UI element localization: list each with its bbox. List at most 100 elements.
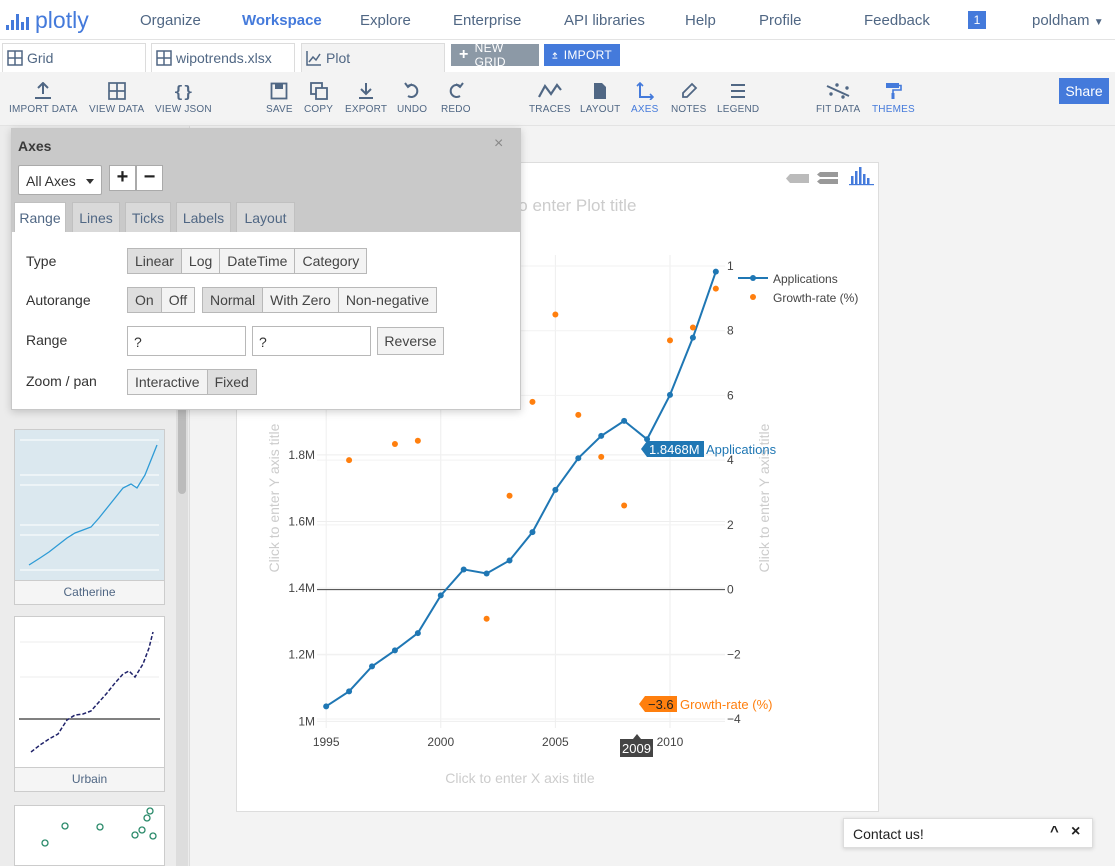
plotly-bars-icon bbox=[6, 10, 29, 30]
hover-x: 2009 bbox=[620, 734, 653, 757]
tab-range[interactable]: Range bbox=[14, 202, 66, 232]
layout-button[interactable]: LAYOUT bbox=[580, 82, 620, 115]
range-min-input[interactable]: ? bbox=[127, 326, 246, 356]
fit-data-label: FIT DATA bbox=[816, 104, 861, 115]
undo-button[interactable]: UNDO bbox=[397, 82, 427, 115]
growth-rate-point bbox=[346, 457, 353, 464]
user-menu[interactable]: poldham ▼ bbox=[1032, 12, 1104, 29]
thumbnail-scatter[interactable] bbox=[14, 805, 165, 866]
add-axis-button[interactable]: + bbox=[109, 165, 136, 191]
tab-layout[interactable]: Layout bbox=[236, 202, 295, 232]
y-axis-title[interactable]: Click to enter Y axis title bbox=[266, 423, 282, 572]
copy-button[interactable]: COPY bbox=[304, 82, 333, 115]
legend-growth-swatch bbox=[750, 294, 756, 300]
document-tabs: Grid wipotrends.xlsx Plot + NEW GRID IMP… bbox=[0, 40, 1115, 72]
chevron-up-icon[interactable]: ^ bbox=[1050, 823, 1059, 840]
traces-button[interactable]: TRACES bbox=[529, 82, 571, 115]
type-datetime-option[interactable]: DateTime bbox=[220, 249, 296, 273]
y2-tick-label: 0 bbox=[727, 583, 734, 597]
axes-panel: Axes × All Axes + − Range Lines Ticks La… bbox=[11, 128, 521, 410]
thumbnail-chart-urbain bbox=[19, 631, 160, 753]
compare-icon[interactable] bbox=[817, 172, 838, 184]
legend-applications[interactable]: Applications bbox=[773, 272, 838, 286]
floppy-icon bbox=[270, 82, 288, 100]
hover-growth: −3.6 Growth-rate (%) bbox=[639, 696, 772, 712]
autorange-normal-option[interactable]: Normal bbox=[203, 288, 264, 312]
tab-wipotrends[interactable]: wipotrends.xlsx bbox=[151, 43, 295, 72]
notification-badge[interactable]: 1 bbox=[968, 11, 986, 29]
view-data-button[interactable]: VIEW DATA bbox=[89, 82, 144, 115]
grid-icon bbox=[107, 82, 126, 100]
redo-button[interactable]: REDO bbox=[441, 82, 471, 115]
import-button[interactable]: IMPORT bbox=[544, 44, 620, 66]
growth-rate-point bbox=[529, 398, 536, 405]
reverse-button[interactable]: Reverse bbox=[377, 327, 444, 355]
contact-widget[interactable]: Contact us! ^ × bbox=[843, 818, 1093, 848]
close-icon[interactable]: × bbox=[494, 135, 503, 153]
axes-icon bbox=[636, 82, 654, 100]
applications-point bbox=[460, 566, 467, 573]
legend[interactable]: Applications Growth-rate (%) bbox=[738, 272, 858, 305]
range-max-input[interactable]: ? bbox=[252, 326, 371, 356]
notes-button[interactable]: NOTES bbox=[671, 82, 706, 115]
autorange-on-option[interactable]: On bbox=[128, 288, 162, 312]
thumbnail-chart-scatter bbox=[41, 807, 157, 847]
type-log-option[interactable]: Log bbox=[182, 249, 221, 273]
new-grid-button[interactable]: + NEW GRID bbox=[451, 41, 539, 69]
import-data-label: IMPORT DATA bbox=[9, 104, 78, 115]
export-button[interactable]: EXPORT bbox=[345, 82, 387, 115]
thumbnail-urbain[interactable]: Urbain bbox=[14, 616, 165, 792]
tab-ticks[interactable]: Ticks bbox=[125, 202, 171, 232]
type-linear-option[interactable]: Linear bbox=[128, 249, 182, 273]
plotly-logo[interactable]: plotly bbox=[6, 7, 89, 34]
grid-icon bbox=[7, 50, 23, 66]
save-button[interactable]: SAVE bbox=[266, 82, 293, 115]
import-data-button[interactable]: IMPORT DATA bbox=[9, 82, 78, 115]
axes-button[interactable]: AXES bbox=[631, 82, 658, 115]
legend-button[interactable]: LEGEND bbox=[717, 82, 759, 115]
range-label: Range bbox=[26, 332, 68, 348]
tab-plot-label: Plot bbox=[326, 50, 351, 66]
autorange-withzero-option[interactable]: With Zero bbox=[263, 288, 339, 312]
zoom-fixed-option[interactable]: Fixed bbox=[207, 370, 256, 394]
type-category-option[interactable]: Category bbox=[295, 249, 366, 273]
fit-data-button[interactable]: FIT DATA bbox=[816, 82, 860, 115]
tab-plot[interactable]: Plot bbox=[301, 43, 445, 72]
tab-lines[interactable]: Lines bbox=[72, 202, 120, 232]
traces-label: TRACES bbox=[529, 104, 571, 115]
plotly-bars-icon[interactable] bbox=[849, 167, 874, 186]
x-axis-title[interactable]: Click to enter X axis title bbox=[445, 770, 595, 786]
nav-enterprise[interactable]: Enterprise bbox=[453, 12, 521, 29]
nav-workspace[interactable]: Workspace bbox=[242, 12, 322, 29]
autorange-nonnegative-option[interactable]: Non-negative bbox=[339, 288, 436, 312]
modebar[interactable] bbox=[786, 167, 874, 186]
hover-growth-name: Growth-rate (%) bbox=[680, 697, 772, 712]
tab-labels[interactable]: Labels bbox=[176, 202, 231, 232]
themes-button[interactable]: THEMES bbox=[872, 82, 915, 115]
tab-grid[interactable]: Grid bbox=[2, 43, 146, 72]
view-json-button[interactable]: {} VIEW JSON bbox=[155, 82, 212, 115]
autorange-off-option[interactable]: Off bbox=[162, 288, 194, 312]
share-button[interactable]: Share bbox=[1059, 78, 1109, 104]
thumbnail-catherine[interactable]: Catherine bbox=[14, 429, 165, 605]
tag-icon[interactable] bbox=[786, 174, 809, 183]
growth-rate-point bbox=[391, 440, 398, 447]
nav-profile[interactable]: Profile bbox=[759, 12, 802, 29]
nav-api-libraries[interactable]: API libraries bbox=[564, 12, 645, 29]
legend-growth[interactable]: Growth-rate (%) bbox=[773, 291, 858, 305]
fit-data-icon bbox=[826, 83, 850, 99]
remove-axis-button[interactable]: − bbox=[136, 165, 163, 191]
nav-organize[interactable]: Organize bbox=[140, 12, 201, 29]
undo-icon bbox=[404, 82, 419, 98]
nav-explore[interactable]: Explore bbox=[360, 12, 411, 29]
nav-feedback[interactable]: Feedback bbox=[864, 12, 930, 29]
legend-applications-swatch-dot bbox=[750, 275, 756, 281]
nav-help[interactable]: Help bbox=[685, 12, 716, 29]
zoom-interactive-option[interactable]: Interactive bbox=[128, 370, 208, 394]
hover-applications: 1.8468M Applications bbox=[641, 441, 777, 457]
axis-selector-dropdown[interactable]: All Axes bbox=[18, 165, 102, 195]
tab-grid-label: Grid bbox=[27, 50, 54, 66]
thumbnail-label: Catherine bbox=[15, 580, 164, 604]
copy-icon bbox=[309, 82, 328, 100]
close-icon[interactable]: × bbox=[1071, 823, 1080, 841]
